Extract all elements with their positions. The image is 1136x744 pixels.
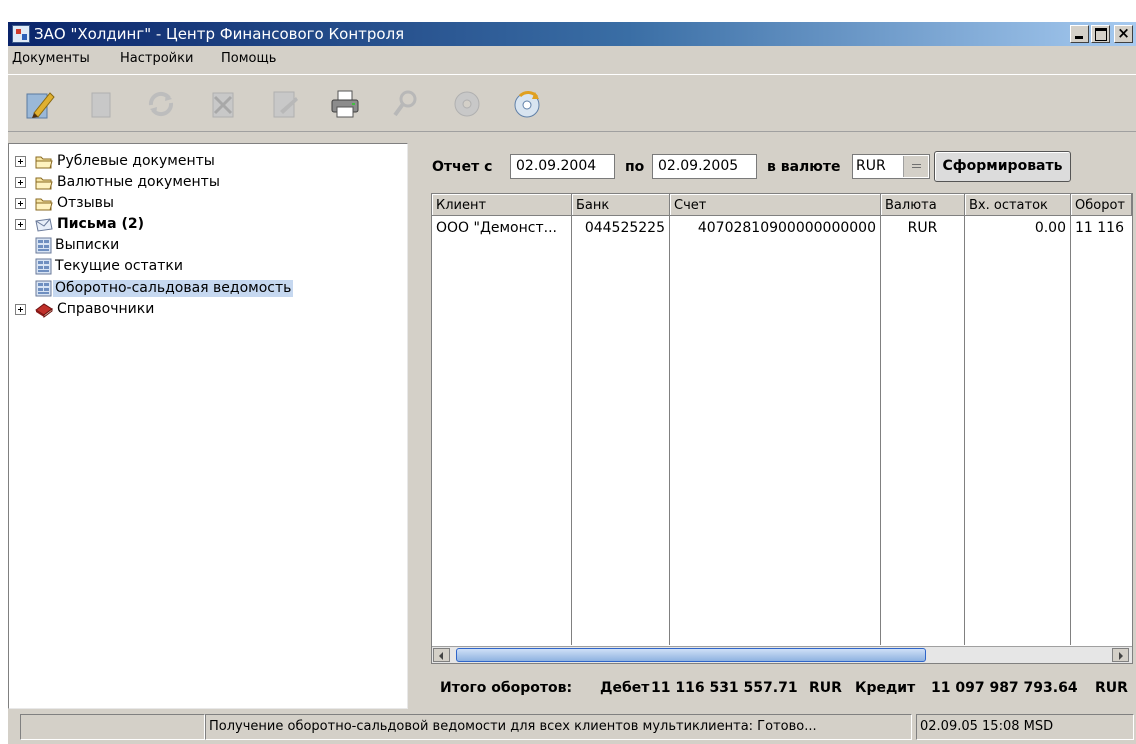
scroll-thumb[interactable] [456, 648, 926, 662]
minimize-button[interactable] [1070, 25, 1089, 43]
tree-item-label: Валютные документы [57, 174, 220, 190]
disk-refresh-icon[interactable] [508, 85, 546, 123]
delete-icon[interactable] [204, 85, 242, 123]
expand-toggle-icon[interactable] [15, 304, 26, 315]
column-header-client[interactable]: Клиент [432, 194, 572, 216]
expand-toggle-icon[interactable] [15, 219, 26, 230]
report-icon [35, 258, 53, 275]
chevron-down-icon[interactable] [903, 156, 928, 177]
folder-icon [35, 153, 53, 170]
date-to-input[interactable]: 02.09.2005 [652, 154, 757, 179]
scroll-left-icon[interactable] [433, 648, 450, 662]
column-header-account[interactable]: Счет [670, 194, 881, 216]
letter-icon [35, 216, 53, 233]
tree-item-label: Справочники [57, 301, 155, 317]
scroll-right-icon[interactable] [1112, 648, 1129, 662]
column-header-turnover[interactable]: Оборот [1071, 194, 1132, 216]
column-header-bank[interactable]: Банк [572, 194, 670, 216]
menu-documents[interactable]: Документы [12, 51, 90, 66]
column-divider [669, 216, 670, 645]
book-icon [35, 301, 53, 318]
horizontal-scrollbar[interactable] [432, 646, 1132, 663]
menu-bar: Документы Настройки Помощь [8, 46, 1136, 70]
debit-value: 11 116 531 557.71 [651, 680, 798, 696]
new-document-icon[interactable] [82, 85, 120, 123]
report-panel: Отчет с 02.09.2004 по 02.09.2005 в валют… [410, 143, 1136, 709]
cell-bank[interactable]: 044525225 [572, 220, 669, 238]
refresh-icon[interactable] [142, 85, 180, 123]
column-divider [880, 216, 881, 645]
close-button[interactable]: × [1114, 25, 1133, 43]
tree-item-label: Рублевые документы [57, 153, 215, 169]
tree-item-label: Оборотно-сальдовая ведомость [53, 280, 294, 297]
report-icon [35, 237, 53, 254]
status-datetime: 02.09.05 15:08 MSD [916, 714, 1134, 740]
credit-currency: RUR [1095, 680, 1128, 696]
search-icon[interactable] [386, 85, 424, 123]
disk-icon[interactable] [448, 85, 486, 123]
column-header-opening-balance[interactable]: Вх. остаток [965, 194, 1071, 216]
navigation-tree: Рублевые документы Валютные документы От… [8, 143, 408, 709]
tree-item-label: Письма (2) [57, 216, 144, 232]
column-header-currency[interactable]: Валюта [881, 194, 965, 216]
toolbar [8, 74, 1136, 132]
credit-value: 11 097 987 793.64 [931, 680, 1078, 696]
currency-label: в валюте [767, 159, 841, 175]
status-bar: Получение оборотно-сальдовой ведомости д… [8, 711, 1136, 744]
currency-value: RUR [856, 158, 886, 174]
app-icon [12, 25, 30, 43]
column-divider [964, 216, 965, 645]
credit-label: Кредит [855, 680, 916, 696]
expand-toggle-icon[interactable] [15, 198, 26, 209]
cell-opening-balance[interactable]: 0.00 [965, 220, 1070, 238]
menu-settings[interactable]: Настройки [120, 51, 193, 66]
title-bar[interactable]: ЗАО "Холдинг" - Центр Финансового Контро… [8, 22, 1136, 46]
edit-pencil-icon[interactable] [20, 85, 58, 123]
sign-document-icon[interactable] [266, 85, 304, 123]
print-icon[interactable] [326, 85, 364, 123]
currency-select[interactable]: RUR [852, 154, 930, 179]
cell-client[interactable]: ООО "Демонст... [432, 220, 571, 238]
expand-toggle-icon[interactable] [15, 156, 26, 167]
report-icon [35, 280, 53, 297]
column-divider [571, 216, 572, 645]
menu-help[interactable]: Помощь [221, 51, 276, 66]
totals-title: Итого оборотов: [440, 680, 573, 696]
folder-icon [35, 174, 53, 191]
debit-label: Дебет [600, 680, 650, 696]
window-title: ЗАО "Холдинг" - Центр Финансового Контро… [34, 25, 405, 43]
turnover-table: Клиент Банк Счет Валюта Вх. остаток Обор… [431, 193, 1133, 664]
tree-item-label: Текущие остатки [55, 258, 183, 274]
maximize-button[interactable] [1091, 25, 1110, 43]
tree-item-label: Отзывы [57, 195, 114, 211]
column-divider [1070, 216, 1071, 645]
cell-currency[interactable]: RUR [881, 220, 964, 238]
expand-toggle-icon[interactable] [15, 177, 26, 188]
date-from-label: Отчет с [432, 159, 493, 175]
tree-item-label: Выписки [55, 237, 120, 253]
folder-icon [35, 195, 53, 212]
status-progress [20, 714, 205, 740]
status-message: Получение оборотно-сальдовой ведомости д… [205, 714, 912, 740]
date-to-label: по [625, 159, 645, 175]
debit-currency: RUR [809, 680, 842, 696]
date-from-input[interactable]: 02.09.2004 [510, 154, 615, 179]
cell-turnover[interactable]: 11 116 [1071, 220, 1132, 238]
cell-account[interactable]: 40702810900000000000 [670, 220, 880, 238]
app-window: ЗАО "Холдинг" - Центр Финансового Контро… [8, 22, 1136, 744]
generate-report-button[interactable]: Сформировать [934, 151, 1071, 182]
